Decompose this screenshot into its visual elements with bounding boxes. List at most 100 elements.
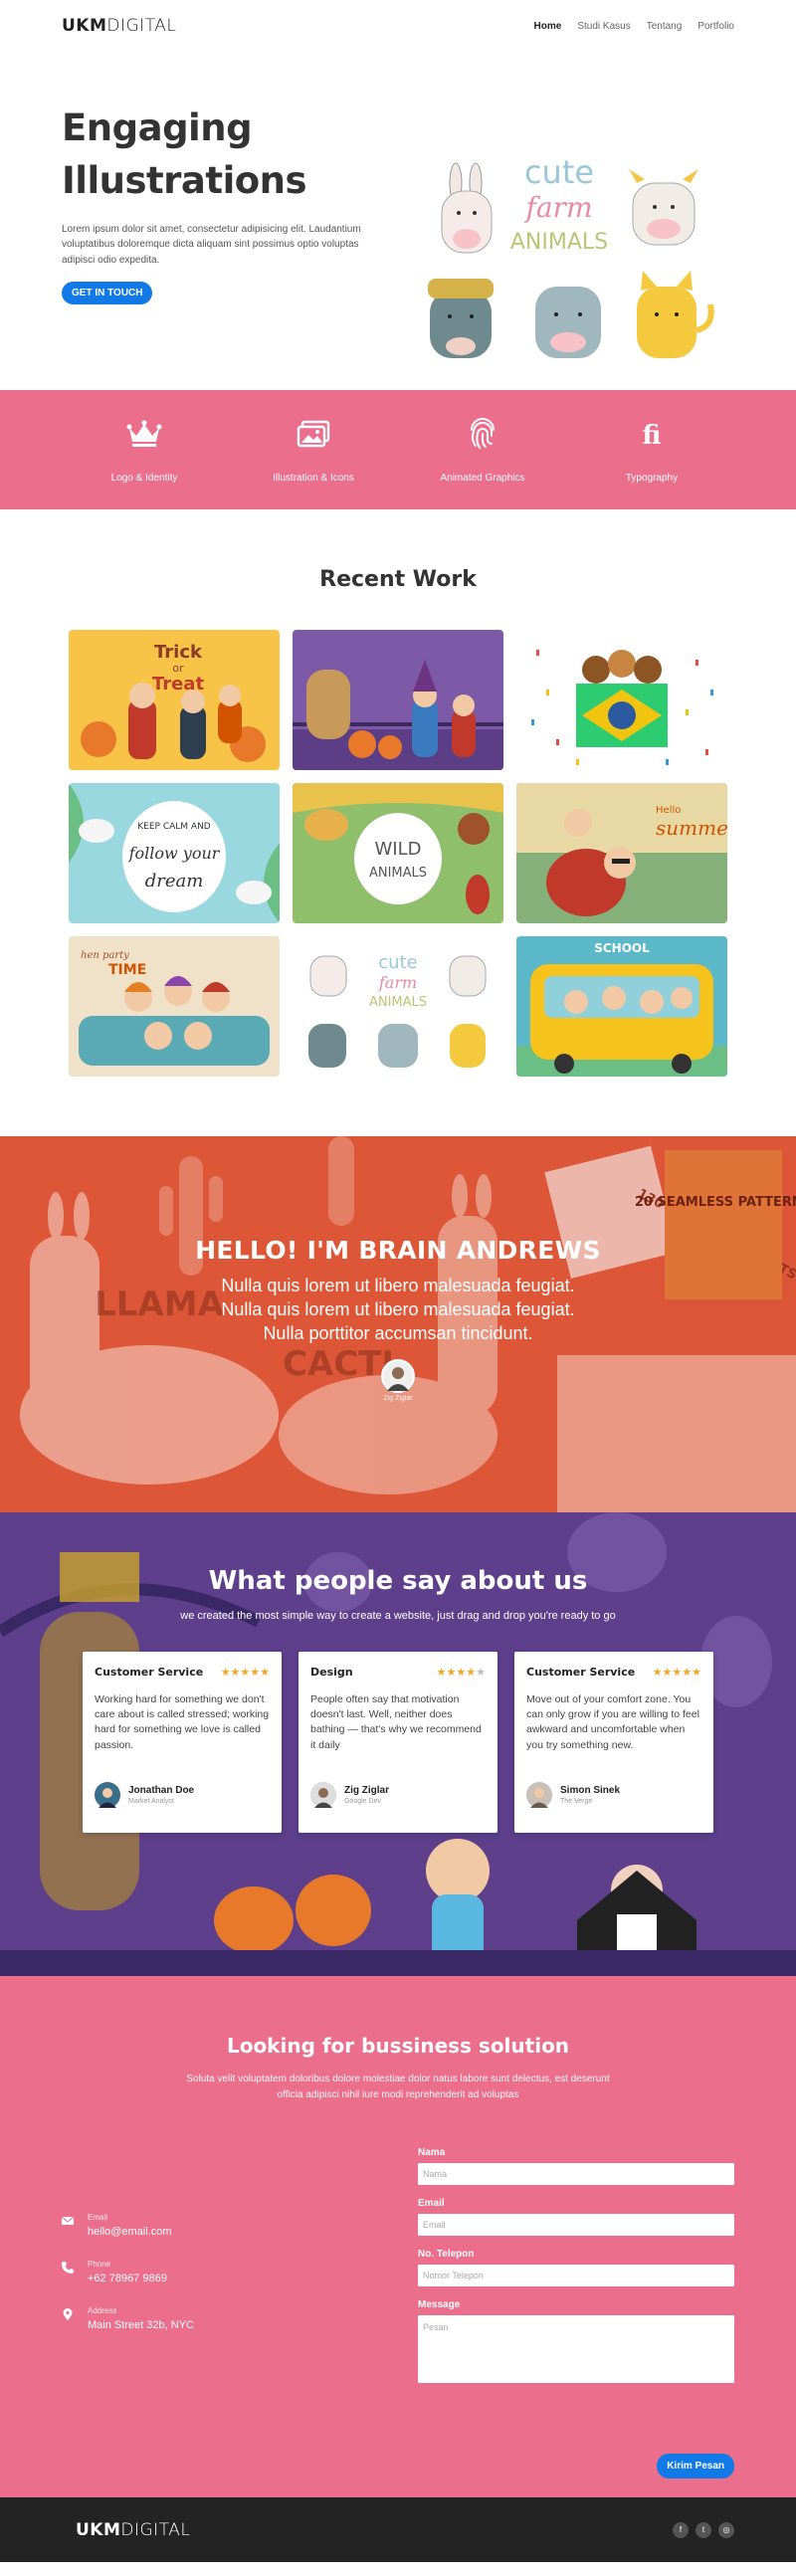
star-rating: ★★★★★ — [436, 1667, 486, 1679]
star-rating: ★★★★★ — [652, 1667, 701, 1679]
contact-address: Address Main Street 32b, NYC — [62, 2306, 194, 2331]
name-field[interactable]: Nama — [418, 2163, 734, 2185]
svg-text:dream: dream — [145, 871, 204, 892]
phone-label: No. Telepon — [418, 2249, 475, 2260]
author-role: The Verge — [560, 1798, 593, 1805]
pig-figure — [535, 287, 601, 358]
contact-title: Looking for bussiness solution — [226, 2034, 570, 2058]
phone-icon — [62, 2262, 74, 2274]
nav-portfolio[interactable]: Portfolio — [697, 21, 734, 32]
service-illustration-icons[interactable]: Illustration & Icons — [239, 417, 388, 484]
work-tile-school-bus[interactable]: SCHOOL — [516, 936, 727, 1077]
contact-phone: Phone +62 78967 9869 — [62, 2260, 194, 2284]
nav-tentang[interactable]: Tentang — [647, 21, 683, 32]
work-tile-follow-your-dream[interactable]: KEEP CALM AND follow your dream — [69, 783, 280, 923]
testimonials-title: What people say about us — [208, 1566, 588, 1596]
card-category: Design — [310, 1666, 353, 1679]
cow-figure — [629, 169, 698, 246]
goat-figure — [428, 279, 494, 358]
bunny-figure — [441, 162, 493, 254]
work-tile-brazil-fans[interactable] — [516, 630, 727, 770]
card-text: People often say that motivation doesn't… — [310, 1693, 482, 1751]
svg-text:ANIMALS: ANIMALS — [369, 995, 427, 1010]
service-logo-identity[interactable]: Logo & Identity — [70, 417, 219, 484]
testimonial-card: Design ★★★★★ People often say that motiv… — [298, 1652, 498, 1833]
contact-info: Email hello@email.com Phone +62 78967 9869… — [62, 2213, 194, 2353]
email-field[interactable]: Email — [418, 2214, 734, 2236]
submit-button[interactable]: Kirim Pesan — [657, 2454, 734, 2478]
work-tile-hello-summer[interactable]: Hello summer — [516, 783, 727, 923]
card-text: Move out of your comfort zone. You can o… — [526, 1693, 699, 1751]
svg-text:Trick: Trick — [154, 642, 203, 663]
work-grid: Trick or Treat KEEP CALM AND follow your… — [0, 630, 796, 1077]
card-category: Customer Service — [526, 1666, 636, 1679]
service-animated-graphics[interactable]: Animated Graphics — [408, 417, 557, 484]
svg-text:TIME: TIME — [108, 962, 146, 978]
work-tile-halloween-night[interactable] — [293, 630, 503, 770]
svg-text:fi: fi — [643, 421, 662, 449]
social-links: f t ◎ — [673, 2521, 734, 2538]
card-text: Working hard for something we don't care… — [95, 1693, 270, 1751]
contact-form: Nama Nama Email Email No. Telepon Nomor … — [418, 2147, 734, 2478]
main-menu: Home Studi Kasus Tentang Portfolio — [534, 21, 734, 32]
card-category: Customer Service — [95, 1666, 204, 1679]
avatar — [310, 1782, 336, 1808]
banner-author: Zig Ziglar — [383, 1395, 413, 1403]
service-label: Typography — [625, 472, 679, 484]
author-name: Simon Sinek — [560, 1785, 621, 1796]
fingerprint-icon — [408, 417, 557, 451]
svg-text:ANIMALS: ANIMALS — [369, 866, 427, 881]
testimonial-card: Customer Service ★★★★★ Working hard for … — [83, 1652, 282, 1833]
author-name: Jonathan Doe — [128, 1785, 195, 1796]
author-role: Market Analyst — [128, 1798, 174, 1805]
work-tile-cute-farm-animals[interactable]: cute farm ANIMALS — [293, 936, 503, 1077]
service-label: Logo & Identity — [110, 472, 178, 484]
testimonials-section: What people say about us we created the … — [0, 1512, 796, 1976]
svg-text:follow your: follow your — [128, 844, 221, 863]
logo[interactable]: UKMDIGITAL — [62, 16, 176, 36]
testimonials-subtitle: we created the most simple way to create… — [180, 1610, 616, 1622]
message-field[interactable]: Pesan — [418, 2315, 734, 2383]
name-label: Nama — [418, 2147, 446, 2158]
banner-title: HELLO! I'M BRAIN ANDREWS — [195, 1236, 601, 1265]
work-tile-wild-animals[interactable]: WILD ANIMALS — [293, 783, 503, 923]
cat-figure — [637, 271, 714, 358]
pin-icon — [63, 2308, 73, 2320]
recent-work-title: Recent Work — [319, 567, 477, 592]
testimonial-cards: Customer Service ★★★★★ Working hard for … — [0, 1652, 796, 1833]
work-tile-trick-or-treat[interactable]: Trick or Treat — [69, 630, 280, 770]
phone-field[interactable]: Nomor Telepon — [418, 2265, 734, 2286]
service-label: Illustration & Icons — [273, 472, 354, 484]
intro-banner: 130 GRAPHIC ELEMENTS 20 SEAMLESS PATTERN… — [0, 1136, 796, 1512]
get-in-touch-button[interactable]: GET IN TOUCH — [62, 282, 153, 305]
typography-icon: fi — [577, 417, 726, 451]
mail-icon — [62, 2216, 74, 2225]
service-label: Animated Graphics — [440, 472, 525, 484]
svg-text:cute: cute — [524, 153, 594, 191]
facebook-icon[interactable]: f — [673, 2521, 689, 2538]
email-link[interactable]: hello@email.com — [88, 2226, 172, 2238]
banner-quote: Nulla quis lorem ut libero malesuada feu… — [221, 1276, 575, 1343]
footer-logo[interactable]: UKMDIGITAL — [76, 2520, 190, 2540]
message-label: Message — [418, 2299, 461, 2310]
footer: UKMDIGITAL f t ◎ — [0, 2497, 796, 2562]
star-rating: ★★★★★ — [220, 1667, 270, 1679]
svg-text:Hello: Hello — [656, 805, 681, 816]
top-nav: UKMDIGITAL Home Studi Kasus Tentang Port… — [0, 0, 796, 52]
address-text: Main Street 32b, NYC — [88, 2319, 194, 2331]
work-tile-hen-party[interactable]: hen party TIME — [69, 936, 280, 1077]
contact-section: Looking for bussiness solution Soluta ve… — [0, 1976, 796, 2497]
services-strip: Logo & Identity Illustration & Icons Ani… — [0, 390, 796, 509]
instagram-icon[interactable]: ◎ — [718, 2521, 734, 2538]
nav-home[interactable]: Home — [534, 21, 562, 32]
contact-subtitle: Soluta velit voluptatem doloribus dolore… — [186, 2074, 610, 2100]
phone-link[interactable]: +62 78967 9869 — [88, 2273, 167, 2284]
avatar — [381, 1359, 415, 1394]
author-role: Google Dev — [344, 1798, 381, 1805]
image-icon — [239, 417, 388, 451]
nav-studi-kasus[interactable]: Studi Kasus — [577, 21, 630, 32]
hero-title: Engaging Illustrations — [62, 105, 307, 203]
testimonial-card: Customer Service ★★★★★ Move out of your … — [514, 1652, 713, 1833]
service-typography[interactable]: fi Typography — [577, 417, 726, 484]
twitter-icon[interactable]: t — [696, 2521, 711, 2538]
